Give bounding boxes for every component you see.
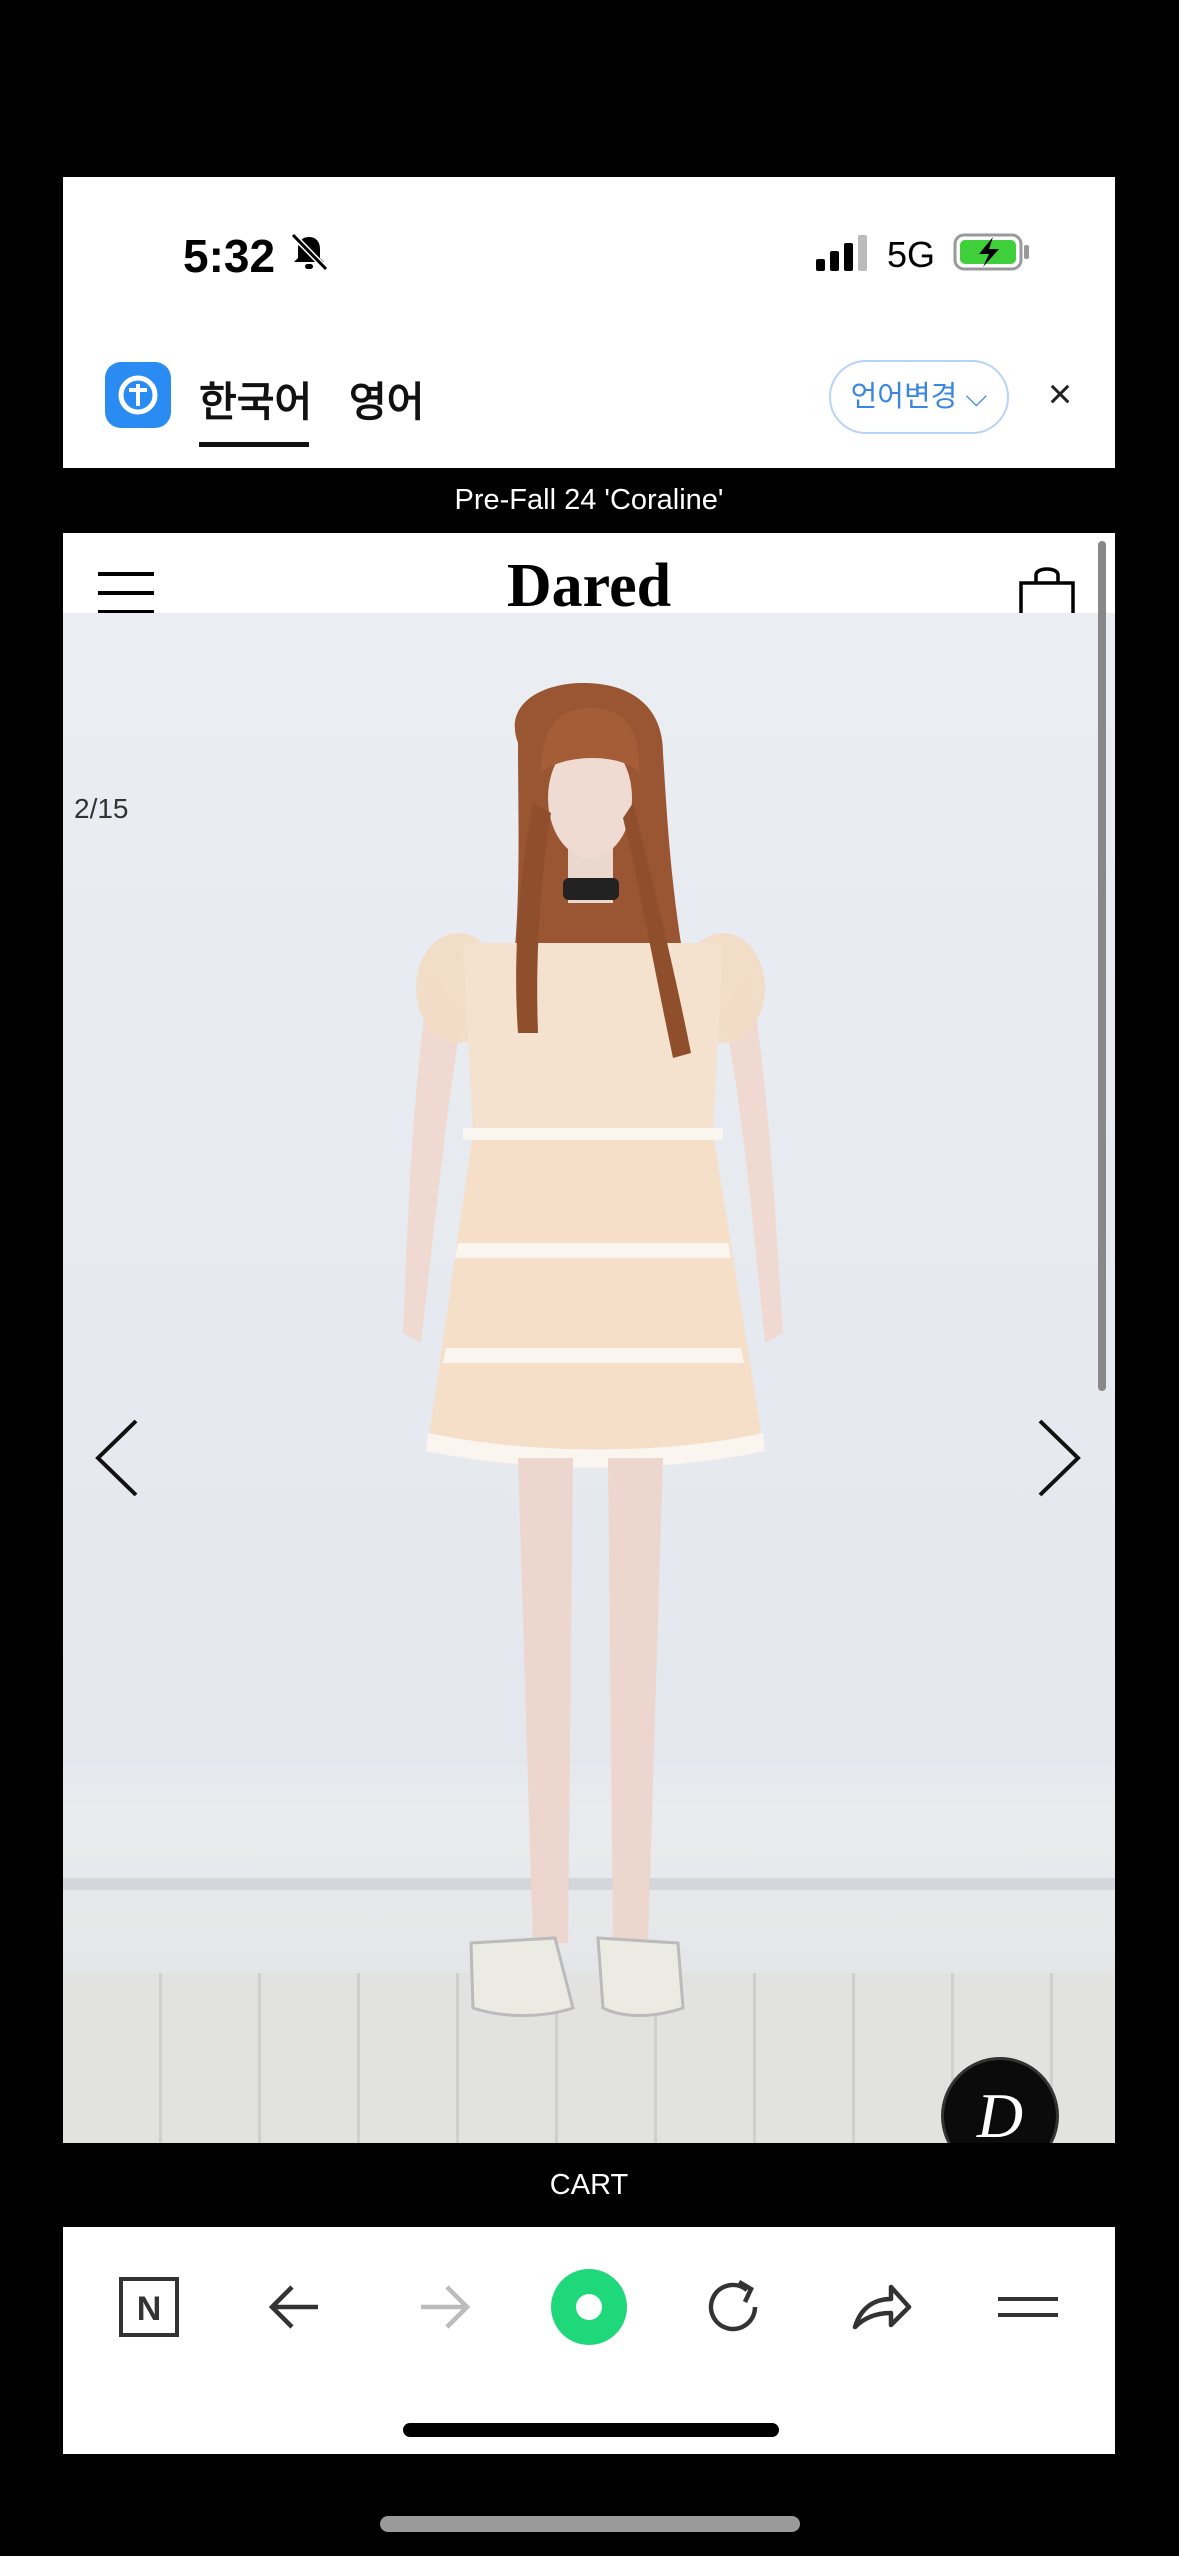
network-type: 5G <box>887 234 936 275</box>
phone-screen: 5:32 5G 한국어 영어 언어변경 ⌵ × Pre-Fall 24 'Cor… <box>63 177 1115 2454</box>
naver-home-icon[interactable]: N <box>109 2267 189 2347</box>
model-photo <box>403 683 783 2017</box>
battery-charging-icon <box>953 233 1029 271</box>
slide-counter: 2/15 <box>74 793 129 824</box>
signal-icon <box>816 235 867 271</box>
inner-home-indicator <box>403 2423 779 2437</box>
status-time: 5:32 <box>183 230 276 282</box>
prev-slide-arrow-icon[interactable] <box>88 1413 148 1503</box>
close-icon[interactable]: × <box>1030 364 1090 424</box>
next-slide-arrow-icon[interactable] <box>1028 1413 1088 1503</box>
share-icon[interactable] <box>841 2267 921 2347</box>
promo-banner[interactable]: Pre-Fall 24 'Coraline' <box>63 468 1115 533</box>
browser-toolbar: N <box>63 2227 1115 2454</box>
naver-letter: N <box>137 2290 162 2328</box>
product-image[interactable] <box>63 613 1115 2143</box>
reload-icon[interactable] <box>695 2267 775 2347</box>
forward-arrow-icon[interactable] <box>403 2267 483 2347</box>
active-tab-underline <box>199 442 309 447</box>
menu-lines-icon[interactable] <box>988 2267 1068 2347</box>
brand-logo[interactable]: Dared <box>63 551 1115 622</box>
translate-app-icon <box>105 362 171 428</box>
bell-off-icon <box>290 232 329 272</box>
translate-bar: 한국어 영어 언어변경 ⌵ × <box>63 332 1115 468</box>
store-header: Dared <box>63 533 1115 625</box>
outer-home-indicator <box>380 2516 800 2532</box>
tab-korean[interactable]: 한국어 <box>199 368 312 428</box>
tab-english[interactable]: 영어 <box>349 368 424 428</box>
back-arrow-icon[interactable] <box>256 2267 336 2347</box>
scrollbar[interactable] <box>1098 541 1106 1391</box>
green-circle-icon[interactable] <box>549 2267 629 2347</box>
change-language-button[interactable]: 언어변경 ⌵ <box>829 360 1009 434</box>
cart-button[interactable]: CART <box>63 2143 1115 2227</box>
status-bar: 5:32 5G <box>63 177 1115 332</box>
